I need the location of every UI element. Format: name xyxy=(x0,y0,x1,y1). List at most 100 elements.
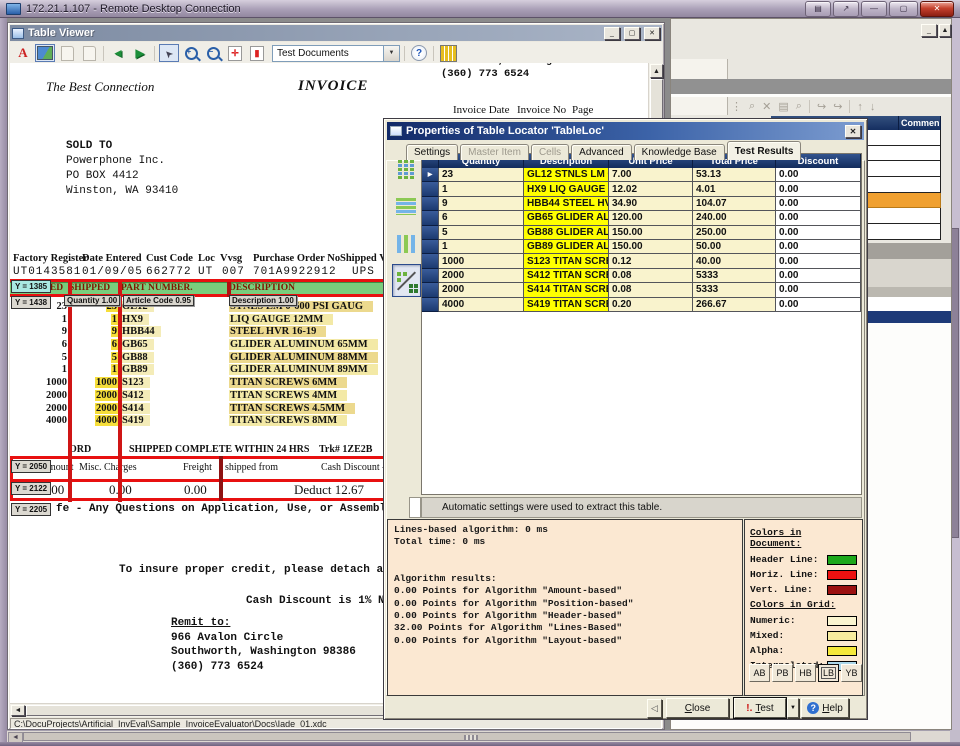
cell-unit-price[interactable]: 0.08 xyxy=(609,283,693,297)
search-icon[interactable]: ⌕ xyxy=(749,100,755,113)
rdp-pin-button[interactable]: ▤ xyxy=(805,1,831,17)
viewer-titlebar[interactable]: Table Viewer _ ▢ ✕ xyxy=(10,25,662,41)
viewer-minimize-button[interactable]: _ xyxy=(604,27,620,40)
cell-description[interactable]: HX9 LIQ GAUGE 12 xyxy=(524,182,609,196)
scroll-up-icon[interactable]: ▲ xyxy=(650,64,663,78)
search-next-icon[interactable]: ⌕ xyxy=(796,100,802,113)
tab-advanced[interactable]: Advanced xyxy=(571,144,631,160)
cell-unit-price[interactable]: 0.20 xyxy=(609,298,693,312)
chevron-down-icon[interactable]: ▼ xyxy=(383,46,399,61)
cell-unit-price[interactable]: 150.00 xyxy=(609,226,693,240)
cell-description[interactable]: S123 TITAN SCRE xyxy=(524,254,609,268)
fit-page-button[interactable]: ✛ xyxy=(225,44,245,62)
prev-document-button[interactable]: ◄ xyxy=(108,44,128,62)
test-dropdown-button[interactable]: ▼ xyxy=(787,698,799,718)
export-icon[interactable]: ↪ xyxy=(817,100,826,113)
algorithm-button[interactable]: YB xyxy=(841,664,862,682)
next-document-button[interactable]: ▶ xyxy=(130,44,150,62)
help-dialog-button[interactable]: ?Help xyxy=(801,698,849,718)
tab-knowledge-base[interactable]: Knowledge Base xyxy=(634,144,725,160)
minimize-button[interactable]: — xyxy=(861,1,887,17)
dialog-titlebar[interactable]: Properties of Table Locator 'TableLoc' ✕ xyxy=(387,122,864,140)
cell-description[interactable]: S414 TITAN SCRE xyxy=(524,283,609,297)
result-row[interactable]: 23 GL12 STNLS LM 0 - 7.00 53.13 0.00 xyxy=(422,168,861,182)
fit-width-button[interactable]: ▮ xyxy=(247,44,267,62)
cell-quantity[interactable]: 1000 xyxy=(439,254,524,268)
cell-description[interactable]: GL12 STNLS LM 0 - xyxy=(524,168,609,182)
cell-total-price[interactable]: 4.01 xyxy=(693,182,776,196)
cell-description[interactable]: S419 TITAN SCRE xyxy=(524,298,609,312)
cell-discount[interactable]: 0.00 xyxy=(776,168,861,182)
tab-test-results[interactable]: Test Results xyxy=(727,141,802,160)
cell-unit-price[interactable]: 12.02 xyxy=(609,182,693,196)
back-button[interactable]: ◁ xyxy=(647,699,662,718)
result-row[interactable]: 2000 S412 TITAN SCRE 0.08 5333 0.00 xyxy=(422,269,861,283)
cell-total-price[interactable]: 5333 xyxy=(693,269,776,283)
cell-total-price[interactable]: 53.13 xyxy=(693,168,776,182)
rdp-horizontal-scrollbar[interactable]: ◄ xyxy=(7,730,950,742)
row-selector[interactable] xyxy=(422,298,439,312)
bg-minimize-button[interactable]: _ xyxy=(921,24,937,37)
cell-quantity[interactable]: 1 xyxy=(439,182,524,196)
result-row[interactable]: 5 GB88 GLIDER ALU 150.00 250.00 0.00 xyxy=(422,226,861,240)
cell-discount[interactable]: 0.00 xyxy=(776,269,861,283)
export2-icon[interactable]: ↪ xyxy=(833,100,842,113)
algorithm-button[interactable]: AB xyxy=(749,664,770,682)
algorithm-button[interactable]: LB xyxy=(818,664,839,682)
cell-discount[interactable]: 0.00 xyxy=(776,240,861,254)
select-tool-button[interactable]: ➤ xyxy=(159,44,179,62)
cell-discount[interactable]: 0.00 xyxy=(776,182,861,196)
row-selector[interactable] xyxy=(422,283,439,297)
result-row[interactable]: 2000 S414 TITAN SCRE 0.08 5333 0.00 xyxy=(422,283,861,297)
result-row[interactable]: 1000 S123 TITAN SCRE 0.12 40.00 0.00 xyxy=(422,254,861,268)
cell-discount[interactable]: 0.00 xyxy=(776,211,861,225)
delete-icon[interactable]: ✕ xyxy=(762,100,771,113)
cell-discount[interactable]: 0.00 xyxy=(776,254,861,268)
result-row[interactable]: 4000 S419 TITAN SCRE 0.20 266.67 0.00 xyxy=(422,298,861,312)
tab-settings[interactable]: Settings xyxy=(406,144,458,160)
cell-unit-price[interactable]: 150.00 xyxy=(609,240,693,254)
viewer-close-button[interactable]: ✕ xyxy=(644,27,660,40)
row-selector[interactable] xyxy=(422,168,439,182)
cell-quantity[interactable]: 1 xyxy=(439,240,524,254)
cell-quantity[interactable]: 23 xyxy=(439,168,524,182)
result-row[interactable]: 1 GB89 GLIDER ALU 150.00 50.00 0.00 xyxy=(422,240,861,254)
cell-unit-price[interactable]: 120.00 xyxy=(609,211,693,225)
zoom-in-button[interactable]: + xyxy=(181,44,201,62)
window-icon[interactable]: ▤ xyxy=(778,100,788,113)
algorithm-button[interactable]: HB xyxy=(795,664,816,682)
result-row[interactable]: 6 GB65 GLIDER ALU 120.00 240.00 0.00 xyxy=(422,211,861,225)
cell-quantity[interactable]: 2000 xyxy=(439,283,524,297)
prev-page-button[interactable] xyxy=(57,44,77,62)
cell-total-price[interactable]: 266.67 xyxy=(693,298,776,312)
dialog-close-button[interactable]: ✕ xyxy=(845,125,861,138)
cell-quantity[interactable]: 4000 xyxy=(439,298,524,312)
view-columns-button[interactable] xyxy=(392,228,419,259)
cell-total-price[interactable]: 5333 xyxy=(693,283,776,297)
test-button[interactable]: !.Test xyxy=(734,698,786,718)
text-view-button[interactable]: A xyxy=(13,44,33,62)
rdp-vertical-scroll-thumb[interactable] xyxy=(951,228,959,538)
viewer-maximize-button[interactable]: ▢ xyxy=(624,27,640,40)
row-selector[interactable] xyxy=(422,182,439,196)
maximize-button[interactable]: ▢ xyxy=(889,1,918,17)
cell-discount[interactable]: 0.00 xyxy=(776,283,861,297)
cell-total-price[interactable]: 250.00 xyxy=(693,226,776,240)
rdp-titlebar[interactable]: 172.21.1.107 - Remote Desktop Connection… xyxy=(0,0,960,18)
cell-unit-price[interactable]: 0.12 xyxy=(609,254,693,268)
cell-total-price[interactable]: 50.00 xyxy=(693,240,776,254)
row-selector[interactable] xyxy=(422,197,439,211)
cell-quantity[interactable]: 5 xyxy=(439,226,524,240)
cell-unit-price[interactable]: 7.00 xyxy=(609,168,693,182)
result-row[interactable]: 9 HBB44 STEEL HVR 34.90 104.07 0.00 xyxy=(422,197,861,211)
cell-unit-price[interactable]: 34.90 xyxy=(609,197,693,211)
cell-description[interactable]: HBB44 STEEL HVR xyxy=(524,197,609,211)
close-button[interactable]: ✕ xyxy=(920,1,954,17)
cell-quantity[interactable]: 9 xyxy=(439,197,524,211)
cell-discount[interactable]: 0.00 xyxy=(776,298,861,312)
cell-discount[interactable]: 0.00 xyxy=(776,197,861,211)
zoom-out-button[interactable]: − xyxy=(203,44,223,62)
view-layout-button[interactable] xyxy=(392,264,421,297)
scroll-left-icon[interactable]: ◄ xyxy=(11,705,25,716)
cell-total-price[interactable]: 40.00 xyxy=(693,254,776,268)
